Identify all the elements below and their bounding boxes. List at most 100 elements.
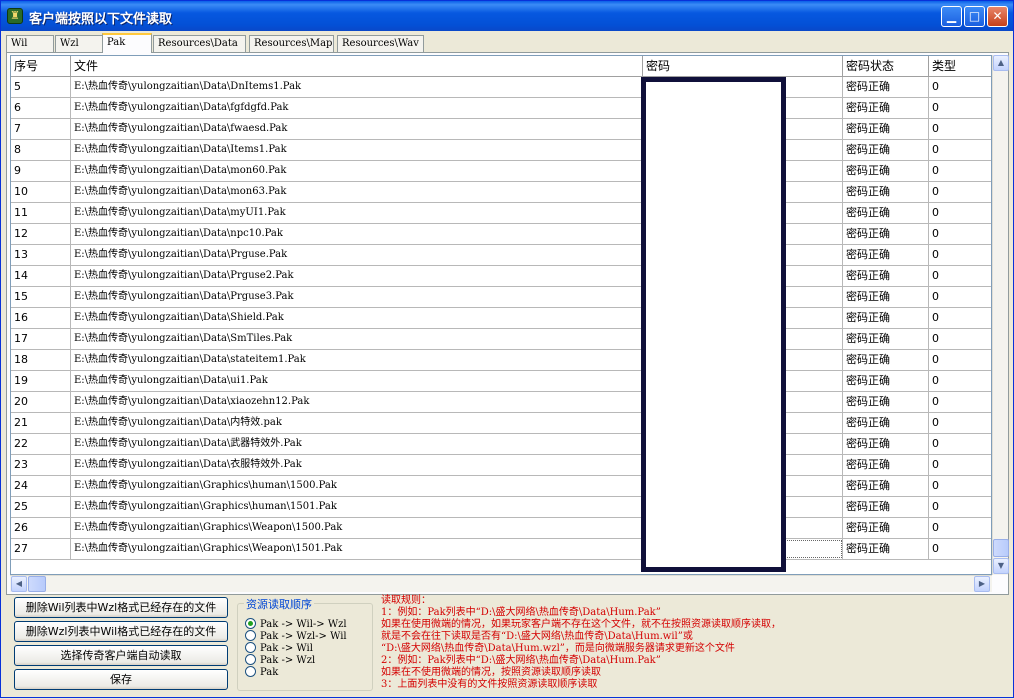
minimize-button[interactable]: ▁	[941, 6, 962, 27]
table-row[interactable]: 14 E:\热血传奇\yulongzaitian\Data\Prguse2.Pak…	[11, 266, 991, 287]
cell-type[interactable]: 0	[929, 539, 991, 559]
cell-type[interactable]: 0	[929, 287, 991, 307]
cell-file-path[interactable]: E:\热血传奇\yulongzaitian\Graphics\Weapon\15…	[71, 539, 643, 559]
tab-resources-data[interactable]: Resources\Data	[153, 35, 246, 52]
table-row[interactable]: 8 E:\热血传奇\yulongzaitian\Data\Items1.Pak 密码…	[11, 140, 991, 161]
cell-index[interactable]: 5	[11, 77, 71, 97]
tab-resources-wav[interactable]: Resources\Wav	[337, 35, 424, 52]
table-row[interactable]: 10 E:\热血传奇\yulongzaitian\Data\mon63.Pak 密码…	[11, 182, 991, 203]
cell-password-status[interactable]: 密码正确	[843, 329, 929, 349]
cell-type[interactable]: 0	[929, 140, 991, 160]
cell-type[interactable]: 0	[929, 266, 991, 286]
cell-file-path[interactable]: E:\热血传奇\yulongzaitian\Data\myUI1.Pak	[71, 203, 643, 223]
cell-password-status[interactable]: 密码正确	[843, 455, 929, 475]
cell-type[interactable]: 0	[929, 329, 991, 349]
table-row[interactable]: 21 E:\热血传奇\yulongzaitian\Data\内特效.pak 密码正确…	[11, 413, 991, 434]
cell-file-path[interactable]: E:\热血传奇\yulongzaitian\Graphics\human\150…	[71, 497, 643, 517]
table-row[interactable]: 11 E:\热血传奇\yulongzaitian\Data\myUI1.Pak 密码…	[11, 203, 991, 224]
table-row[interactable]: 23 E:\热血传奇\yulongzaitian\Data\衣服特效外.Pak 密码…	[11, 455, 991, 476]
tab-resources-map[interactable]: Resources\Map	[249, 35, 334, 52]
cell-file-path[interactable]: E:\热血传奇\yulongzaitian\Data\stateitem1.Pa…	[71, 350, 643, 370]
cell-file-path[interactable]: E:\热血传奇\yulongzaitian\Data\Prguse.Pak	[71, 245, 643, 265]
scroll-right-button[interactable]: ▶	[974, 576, 990, 592]
table-row[interactable]: 27 E:\热血传奇\yulongzaitian\Graphics\Weapon\…	[11, 539, 991, 560]
table-row[interactable]: 25 E:\热血传奇\yulongzaitian\Graphics\human\1…	[11, 497, 991, 518]
cell-index[interactable]: 15	[11, 287, 71, 307]
cell-password-status[interactable]: 密码正确	[843, 161, 929, 181]
table-row[interactable]: 17 E:\热血传奇\yulongzaitian\Data\SmTiles.Pak…	[11, 329, 991, 350]
cell-index[interactable]: 27	[11, 539, 71, 559]
cell-file-path[interactable]: E:\热血传奇\yulongzaitian\Data\衣服特效外.Pak	[71, 455, 643, 475]
column-header-index[interactable]: 序号	[11, 56, 71, 77]
cell-file-path[interactable]: E:\热血传奇\yulongzaitian\Data\ui1.Pak	[71, 371, 643, 391]
cell-file-path[interactable]: E:\热血传奇\yulongzaitian\Data\DnItems1.Pak	[71, 77, 643, 97]
cell-type[interactable]: 0	[929, 434, 991, 454]
cell-password-status[interactable]: 密码正确	[843, 266, 929, 286]
table-row[interactable]: 16 E:\热血传奇\yulongzaitian\Data\Shield.Pak 密…	[11, 308, 991, 329]
cell-index[interactable]: 22	[11, 434, 71, 454]
table-row[interactable]: 13 E:\热血传奇\yulongzaitian\Data\Prguse.Pak 密…	[11, 245, 991, 266]
cell-type[interactable]: 0	[929, 497, 991, 517]
cell-type[interactable]: 0	[929, 245, 991, 265]
cell-index[interactable]: 10	[11, 182, 71, 202]
cell-type[interactable]: 0	[929, 392, 991, 412]
cell-file-path[interactable]: E:\热血传奇\yulongzaitian\Data\fwaesd.Pak	[71, 119, 643, 139]
cell-index[interactable]: 18	[11, 350, 71, 370]
horizontal-scrollbar[interactable]: ◀ ▶	[10, 575, 992, 592]
cell-type[interactable]: 0	[929, 455, 991, 475]
title-bar[interactable]: ♜ 客户端按照以下文件读取 ▁ □ ✕	[1, 1, 1013, 31]
cell-password-status[interactable]: 密码正确	[843, 434, 929, 454]
scroll-up-button[interactable]: ▲	[993, 55, 1009, 71]
cell-password-status[interactable]: 密码正确	[843, 497, 929, 517]
column-header-file[interactable]: 文件	[71, 56, 643, 77]
cell-password-status[interactable]: 密码正确	[843, 476, 929, 496]
cell-index[interactable]: 7	[11, 119, 71, 139]
table-row[interactable]: 24 E:\热血传奇\yulongzaitian\Graphics\human\1…	[11, 476, 991, 497]
cell-index[interactable]: 24	[11, 476, 71, 496]
cell-file-path[interactable]: E:\热血传奇\yulongzaitian\Data\Shield.Pak	[71, 308, 643, 328]
cell-index[interactable]: 11	[11, 203, 71, 223]
cell-type[interactable]: 0	[929, 308, 991, 328]
cell-type[interactable]: 0	[929, 77, 991, 97]
table-row[interactable]: 12 E:\热血传奇\yulongzaitian\Data\npc10.Pak 密码…	[11, 224, 991, 245]
cell-password-status[interactable]: 密码正确	[843, 371, 929, 391]
file-grid[interactable]: 序号 文件 密码 密码状态 类型 5 E:\热血传奇\yulongzaitian\…	[10, 55, 992, 575]
table-row[interactable]: 15 E:\热血传奇\yulongzaitian\Data\Prguse3.Pak…	[11, 287, 991, 308]
cell-index[interactable]: 12	[11, 224, 71, 244]
vertical-scrollbar[interactable]: ▲ ▼	[992, 55, 1009, 575]
cell-index[interactable]: 14	[11, 266, 71, 286]
cell-file-path[interactable]: E:\热血传奇\yulongzaitian\Graphics\Weapon\15…	[71, 518, 643, 538]
table-row[interactable]: 5 E:\热血传奇\yulongzaitian\Data\DnItems1.Pak…	[11, 77, 991, 98]
cell-index[interactable]: 8	[11, 140, 71, 160]
horizontal-scroll-thumb[interactable]	[28, 576, 46, 592]
cell-index[interactable]: 13	[11, 245, 71, 265]
cell-password-status[interactable]: 密码正确	[843, 539, 929, 559]
cell-type[interactable]: 0	[929, 518, 991, 538]
cell-index[interactable]: 23	[11, 455, 71, 475]
cell-index[interactable]: 26	[11, 518, 71, 538]
cell-password-status[interactable]: 密码正确	[843, 350, 929, 370]
cell-type[interactable]: 0	[929, 413, 991, 433]
cell-index[interactable]: 6	[11, 98, 71, 118]
cell-file-path[interactable]: E:\热血传奇\yulongzaitian\Data\武器特效外.Pak	[71, 434, 643, 454]
cell-index[interactable]: 21	[11, 413, 71, 433]
cell-password-status[interactable]: 密码正确	[843, 203, 929, 223]
cell-type[interactable]: 0	[929, 161, 991, 181]
radio-order-option[interactable]: Pak	[245, 666, 278, 678]
cell-index[interactable]: 25	[11, 497, 71, 517]
table-row[interactable]: 22 E:\热血传奇\yulongzaitian\Data\武器特效外.Pak 密码…	[11, 434, 991, 455]
cell-file-path[interactable]: E:\热血传奇\yulongzaitian\Data\Prguse3.Pak	[71, 287, 643, 307]
cell-type[interactable]: 0	[929, 476, 991, 496]
cell-password-status[interactable]: 密码正确	[843, 224, 929, 244]
cell-index[interactable]: 19	[11, 371, 71, 391]
cell-type[interactable]: 0	[929, 371, 991, 391]
cell-password-status[interactable]: 密码正确	[843, 182, 929, 202]
table-row[interactable]: 7 E:\热血传奇\yulongzaitian\Data\fwaesd.Pak 密码…	[11, 119, 991, 140]
cell-file-path[interactable]: E:\热血传奇\yulongzaitian\Data\xiaozehn12.Pa…	[71, 392, 643, 412]
cell-file-path[interactable]: E:\热血传奇\yulongzaitian\Data\Prguse2.Pak	[71, 266, 643, 286]
tab-wzl[interactable]: Wzl	[55, 35, 103, 52]
cell-type[interactable]: 0	[929, 182, 991, 202]
cell-file-path[interactable]: E:\热血传奇\yulongzaitian\Data\SmTiles.Pak	[71, 329, 643, 349]
cell-password-status[interactable]: 密码正确	[843, 287, 929, 307]
radio-order-option[interactable]: Pak -> Wil-> Wzl	[245, 618, 347, 630]
